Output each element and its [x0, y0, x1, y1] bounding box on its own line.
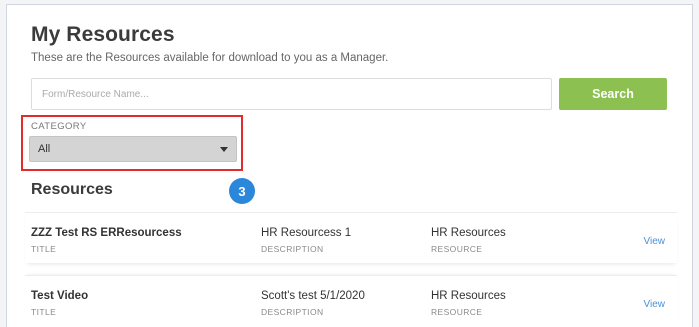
step-badge: 3	[229, 178, 255, 204]
resource-label: RESOURCE	[431, 307, 483, 317]
title-cell: Test Video TITLE	[31, 290, 88, 317]
resource-title: Test Video	[31, 290, 89, 302]
resource-type: HR Resources	[431, 290, 506, 302]
section-heading: Resources	[31, 181, 113, 198]
category-select[interactable]: All	[29, 136, 237, 162]
search-button[interactable]: Search	[559, 78, 667, 110]
description-cell: HR Resourcess 1 DESCRIPTION	[261, 227, 351, 254]
page-subtitle: These are the Resources available for do…	[31, 52, 389, 64]
description-cell: Scott's test 5/1/2020 DESCRIPTION	[261, 290, 365, 317]
category-selected-value: All	[38, 143, 51, 155]
resources-panel: My Resources These are the Resources ava…	[6, 4, 693, 327]
resource-row: Test Video TITLE Scott's test 5/1/2020 D…	[25, 275, 677, 326]
resource-title: ZZZ Test RS ERResourcess	[31, 227, 182, 239]
view-link[interactable]: View	[644, 299, 666, 310]
resource-description: Scott's test 5/1/2020	[261, 290, 365, 302]
view-link[interactable]: View	[644, 236, 666, 247]
description-label: DESCRIPTION	[261, 307, 324, 317]
resource-cell: HR Resources RESOURCE	[431, 290, 506, 317]
description-label: DESCRIPTION	[261, 244, 324, 254]
resource-cell: HR Resources RESOURCE	[431, 227, 506, 254]
search-input[interactable]	[31, 78, 552, 110]
resource-description: HR Resourcess 1	[261, 227, 352, 239]
resource-type: HR Resources	[431, 227, 506, 239]
title-label: TITLE	[31, 244, 57, 254]
category-label: CATEGORY	[31, 121, 87, 132]
chevron-down-icon	[220, 146, 228, 152]
resource-row: ZZZ Test RS ERResourcess TITLE HR Resour…	[25, 212, 677, 263]
title-label: TITLE	[31, 307, 57, 317]
resource-label: RESOURCE	[431, 244, 483, 254]
title-cell: ZZZ Test RS ERResourcess TITLE	[31, 227, 182, 254]
page-title: My Resources	[31, 23, 175, 46]
